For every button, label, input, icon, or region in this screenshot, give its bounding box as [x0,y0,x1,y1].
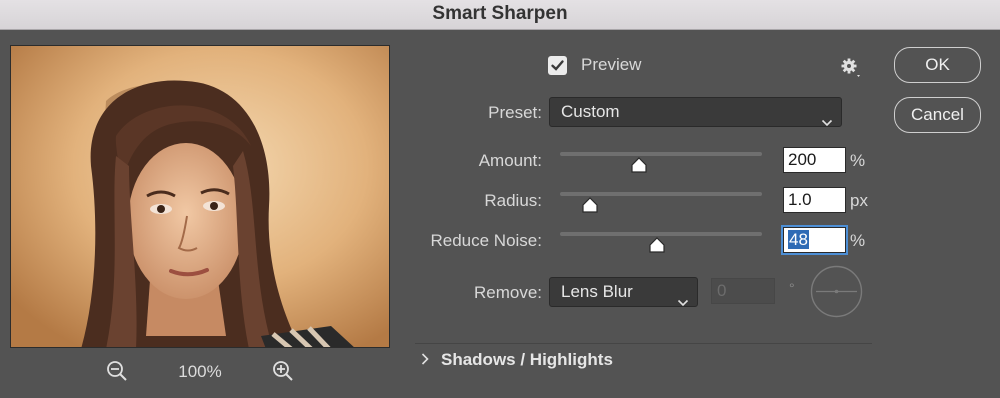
chevron-down-icon [677,288,689,316]
radius-slider-track[interactable] [560,192,762,196]
amount-input[interactable]: 200 [783,147,846,173]
cancel-button[interactable]: Cancel [894,97,981,133]
amount-unit: % [850,151,866,170]
remove-select[interactable]: Lens Blur [549,277,698,307]
remove-label: Remove: [473,283,542,302]
preview-image[interactable] [10,45,390,348]
angle-dial-icon [810,265,863,318]
preview-label[interactable]: Preview [581,55,641,75]
degree-symbol: ° [789,280,795,296]
window-title-bar: Smart Sharpen [0,0,1000,30]
amount-slider-track[interactable] [560,152,762,156]
radius-unit: px [850,191,868,210]
zoom-in-icon[interactable] [272,360,294,382]
amount-label: Amount: [478,151,542,170]
radius-slider-thumb[interactable] [581,197,599,213]
ok-button[interactable]: OK [894,47,981,83]
remove-value: Lens Blur [561,282,633,301]
radius-label: Radius: [484,191,542,210]
preset-label: Preset: [488,103,542,122]
angle-input: 0 [711,278,775,304]
checkmark-icon [551,60,564,71]
window-title: Smart Sharpen [432,3,568,24]
reduce-noise-label: Reduce Noise: [430,231,542,250]
preset-select[interactable]: Custom [549,97,842,127]
section-divider [415,343,872,344]
preview-checkbox[interactable] [548,56,567,75]
zoom-out-icon[interactable] [106,360,128,382]
radius-input[interactable]: 1.0 [783,187,846,213]
zoom-level: 100% [178,362,222,381]
preset-value: Custom [561,102,620,121]
reduce-noise-input[interactable]: 48 [781,225,848,255]
reduce-noise-unit: % [850,231,866,250]
reduce-noise-slider-thumb[interactable] [648,237,666,253]
chevron-down-icon [821,108,833,136]
shadows-highlights-section[interactable]: Shadows / Highlights [441,350,613,370]
portrait-illustration [11,46,389,347]
gear-icon[interactable] [839,56,863,85]
chevron-right-icon[interactable] [420,349,430,374]
amount-slider-thumb[interactable] [630,157,648,173]
reduce-noise-slider-track[interactable] [560,232,762,236]
